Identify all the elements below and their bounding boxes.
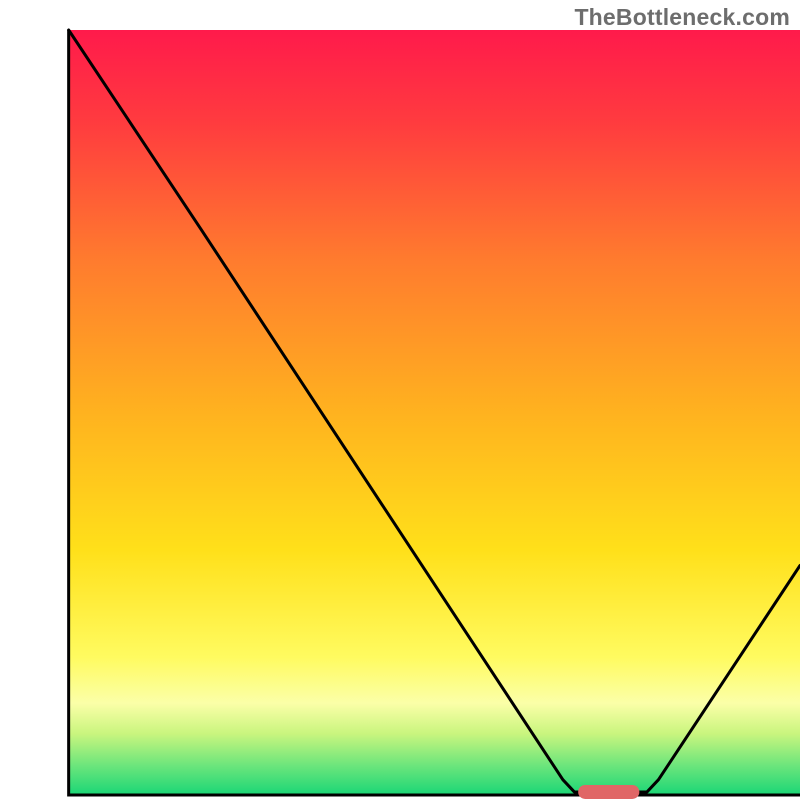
- optimal-marker: [578, 785, 639, 799]
- chart-container: TheBottleneck.com: [0, 0, 800, 800]
- chart-background: [69, 30, 800, 795]
- bottleneck-chart: [0, 0, 800, 800]
